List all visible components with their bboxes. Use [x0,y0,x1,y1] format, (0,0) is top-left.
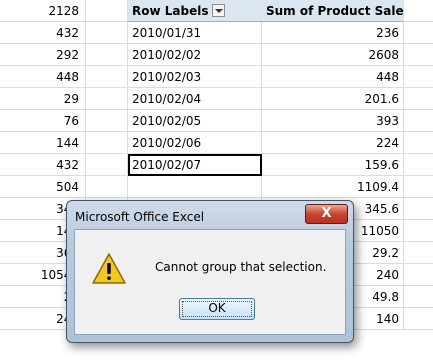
cell[interactable] [86,176,128,198]
pivot-row: 292 2010/02/02 2608 [0,44,433,66]
sales-value-cell[interactable]: 224 [262,132,404,154]
pivot-row: 29 2010/02/04 201.6 [0,88,433,110]
sales-value-cell[interactable]: 393 [262,110,404,132]
filter-dropdown-icon[interactable] [212,4,226,17]
cell[interactable] [86,22,128,44]
cell[interactable] [404,176,433,198]
cell[interactable] [86,0,128,22]
cell[interactable]: 504 [0,176,86,198]
cell[interactable]: 432 [0,22,86,44]
cell[interactable]: 292 [0,44,86,66]
cell[interactable] [404,0,433,22]
row-labels-label: Row Labels [132,4,209,18]
sales-value-cell[interactable]: 448 [262,66,404,88]
sales-value-cell[interactable]: 236 [262,22,404,44]
cell[interactable] [404,308,433,330]
sales-value-cell[interactable]: 1109.4 [262,176,404,198]
cell[interactable] [86,154,128,176]
cell[interactable] [86,88,128,110]
pivot-row: 144 2010/02/06 224 [0,132,433,154]
close-button[interactable]: X [305,204,348,224]
cell[interactable] [404,242,433,264]
sum-header[interactable]: Sum of Product Sales [262,0,404,22]
row-label-cell[interactable]: 2010/02/06 [128,132,262,154]
ok-button[interactable]: OK [179,298,255,320]
row-label-cell[interactable]: 2010/02/04 [128,88,262,110]
cell[interactable]: 448 [0,66,86,88]
cell[interactable]: 432 [0,154,86,176]
cell[interactable] [404,88,433,110]
row-label-cell[interactable]: 2010/02/05 [128,110,262,132]
pivot-row: 504 1109.4 [0,176,433,198]
cell[interactable] [404,264,433,286]
row-label-cell[interactable]: 2010/02/02 [128,44,262,66]
pivot-header-row: 2128 Row Labels Sum of Product Sales [0,0,433,22]
error-dialog: Microsoft Office Excel X Cannot group th… [66,200,354,343]
cell[interactable] [404,22,433,44]
sales-value-cell[interactable]: 2608 [262,44,404,66]
pivot-row: 448 2010/02/03 448 [0,66,433,88]
cell[interactable] [86,66,128,88]
cell[interactable] [404,110,433,132]
cell[interactable] [404,44,433,66]
cell[interactable] [404,198,433,220]
sales-value-cell[interactable]: 201.6 [262,88,404,110]
cell[interactable]: 144 [0,132,86,154]
pivot-row: 76 2010/02/05 393 [0,110,433,132]
cell[interactable] [86,110,128,132]
row-label-cell[interactable]: 2010/02/03 [128,66,262,88]
row-label-cell[interactable]: 2010/02/07 [128,154,262,176]
pivot-row: 432 2010/01/31 236 [0,22,433,44]
cell[interactable]: 2128 [0,0,86,22]
dialog-body: Cannot group that selection. OK [74,229,346,335]
cell[interactable] [404,286,433,308]
cell[interactable] [404,132,433,154]
cell[interactable]: 76 [0,110,86,132]
cell[interactable] [86,132,128,154]
row-label-cell[interactable] [128,176,262,198]
warning-icon [92,253,126,284]
cell[interactable] [404,220,433,242]
cell[interactable] [404,154,433,176]
sales-value-cell[interactable]: 159.6 [262,154,404,176]
cell[interactable] [86,44,128,66]
pivot-row: 432 2010/02/07 159.6 [0,154,433,176]
cell[interactable] [404,66,433,88]
row-labels-header[interactable]: Row Labels [128,0,262,22]
row-label-cell[interactable]: 2010/01/31 [128,22,262,44]
cell[interactable]: 29 [0,88,86,110]
dialog-message: Cannot group that selection. [155,260,327,274]
dialog-title: Microsoft Office Excel [75,210,205,224]
